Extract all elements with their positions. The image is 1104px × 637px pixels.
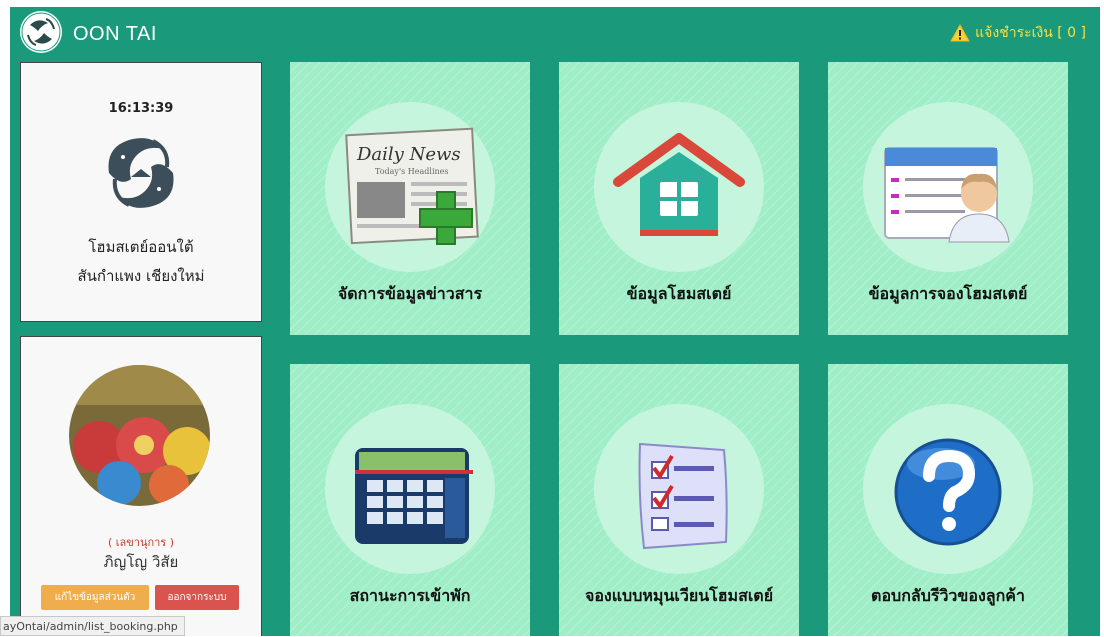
- tile-icon-circle: [594, 102, 764, 272]
- tile-label: สถานะการเข้าพัก: [349, 586, 471, 605]
- tile-label: ข้อมูลโฮมสเตย์: [626, 284, 732, 303]
- newspaper-add-icon: Daily News Today's Headlines: [345, 127, 479, 245]
- homestay-info-card: 16:13:39 โฮมสเตย์ออนใต้ สันกำแพง เชียงให…: [20, 62, 262, 322]
- tile-label: จองแบบหมุนเวียนโฮมสเตย์: [584, 586, 774, 605]
- logout-button[interactable]: ออกจากระบบ: [155, 585, 239, 610]
- homestay-name-line1: โฮมสเตย์ออนใต้: [88, 238, 194, 256]
- homestay-logo-icon: [108, 138, 174, 208]
- user-role: ( เลขานุการ ): [107, 536, 175, 549]
- tile-icon-circle: [863, 102, 1033, 272]
- tile-booking-info[interactable]: ข้อมูลการจองโฮมสเตย์: [828, 62, 1068, 335]
- payment-alert-text: แจ้งชำระเงิน [ 0 ]: [975, 25, 1086, 41]
- newspaper-title: Daily News: [356, 144, 461, 165]
- warning-icon: [950, 24, 971, 42]
- brand-logo-icon[interactable]: [20, 11, 62, 53]
- checklist-icon: [638, 442, 728, 550]
- tile-label: จัดการข้อมูลข่าวสาร: [337, 284, 483, 303]
- homestay-name: โฮมสเตย์ออนใต้ สันกำแพง เชียงใหม่: [21, 233, 261, 291]
- tile-stay-status[interactable]: สถานะการเข้าพัก: [290, 364, 530, 636]
- tile-rotating-booking[interactable]: จองแบบหมุนเวียนโฮมสเตย์: [559, 364, 799, 636]
- brand-name[interactable]: OON TAI: [73, 23, 157, 46]
- tile-icon-circle: Daily News Today's Headlines: [325, 102, 495, 272]
- tile-label: ข้อมูลการจองโฮมสเตย์: [868, 284, 1028, 303]
- payment-alert-link[interactable]: แจ้งชำระเงิน [ 0 ]: [950, 22, 1086, 44]
- browser-status-url: ayOntai/admin/list_booking.php: [0, 616, 185, 636]
- user-profile-card: ( เลขานุการ ) ภิญโญ วิสัย แก้ไขข้อมูลส่ว…: [20, 336, 262, 636]
- newspaper-subtitle: Today's Headlines: [375, 167, 449, 176]
- homestay-location-line2: สันกำแพง เชียงใหม่: [77, 267, 205, 285]
- tile-manage-news[interactable]: Daily News Today's Headlines จัดการข้อมู…: [290, 62, 530, 335]
- question-icon: [894, 438, 1002, 546]
- tile-icon-circle: [863, 404, 1033, 574]
- contact-list-icon: [884, 147, 1010, 243]
- tile-homestay-info[interactable]: ข้อมูลโฮมสเตย์: [559, 62, 799, 335]
- house-icon: [613, 133, 745, 236]
- clock-display: 16:13:39: [108, 101, 174, 116]
- calendar-icon: [355, 448, 473, 544]
- edit-profile-button[interactable]: แก้ไขข้อมูลส่วนตัว: [41, 585, 149, 610]
- user-name: ภิญโญ วิสัย: [103, 553, 179, 571]
- top-navbar: OON TAI แจ้งชำระเงิน [ 0 ]: [10, 7, 1100, 61]
- tile-review-reply[interactable]: ตอบกลับรีวิวของลูกค้า: [828, 364, 1068, 636]
- profile-avatar: [69, 365, 210, 506]
- tile-icon-circle: [594, 404, 764, 574]
- tile-icon-circle: [325, 404, 495, 574]
- tile-label: ตอบกลับรีวิวของลูกค้า: [871, 586, 1025, 605]
